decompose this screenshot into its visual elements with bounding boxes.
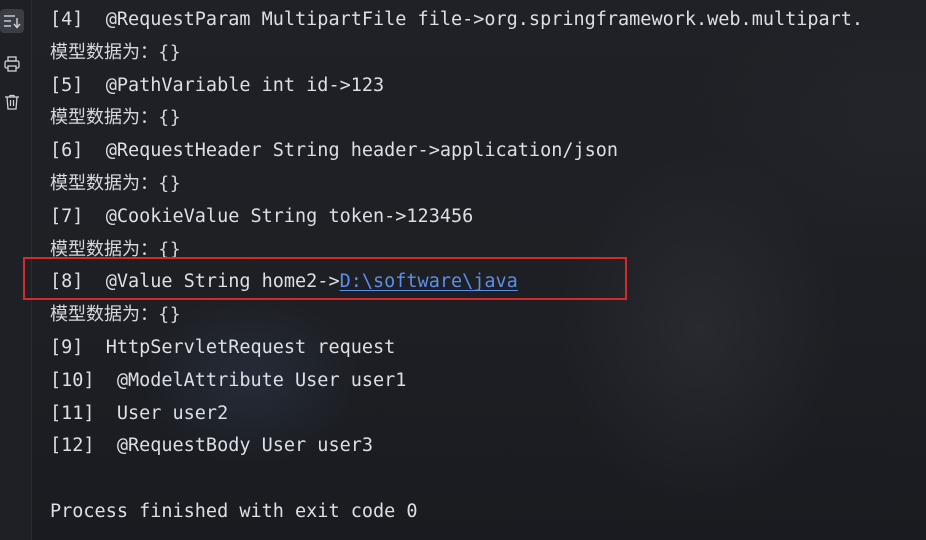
console-line: [11] User user2 <box>50 402 229 424</box>
console-line: 模型数据为：{} <box>50 172 181 194</box>
run-console-window: [4] @RequestParam MultipartFile file->or… <box>0 0 926 540</box>
print-button[interactable] <box>0 52 24 76</box>
print-icon <box>4 56 20 72</box>
console-line: 模型数据为：{} <box>50 41 181 63</box>
process-exit-message: Process finished with exit code 0 <box>50 500 418 522</box>
trash-icon <box>5 94 19 110</box>
console-line: [9] HttpServletRequest request <box>50 336 396 358</box>
console-line: [10] @ModelAttribute User user1 <box>50 369 407 391</box>
soft-wrap-button[interactable] <box>0 9 24 33</box>
console-line: [7] @CookieValue String token->123456 <box>50 205 474 227</box>
console-line: 模型数据为：{} <box>50 107 181 129</box>
console-line: [12] @RequestBody User user3 <box>50 435 374 457</box>
path-link[interactable]: D:\software\java <box>340 271 518 292</box>
console-line: 模型数据为：{} <box>50 238 181 260</box>
console-line: [6] @RequestHeader String header->applic… <box>50 140 619 162</box>
console-line: 模型数据为：{} <box>50 304 181 326</box>
console-line-text: [8] @Value String home2-> <box>50 271 340 293</box>
console-line-value-home2: [8] @Value String home2->D:\software\jav… <box>50 266 926 299</box>
soft-wrap-down-icon <box>4 15 21 29</box>
clear-all-button[interactable] <box>0 90 24 114</box>
console-output[interactable]: [4] @RequestParam MultipartFile file->or… <box>50 4 926 529</box>
console-line: [4] @RequestParam MultipartFile file->or… <box>50 9 864 30</box>
console-toolbar <box>0 0 32 540</box>
console-line: [5] @PathVariable int id->123 <box>50 74 385 96</box>
